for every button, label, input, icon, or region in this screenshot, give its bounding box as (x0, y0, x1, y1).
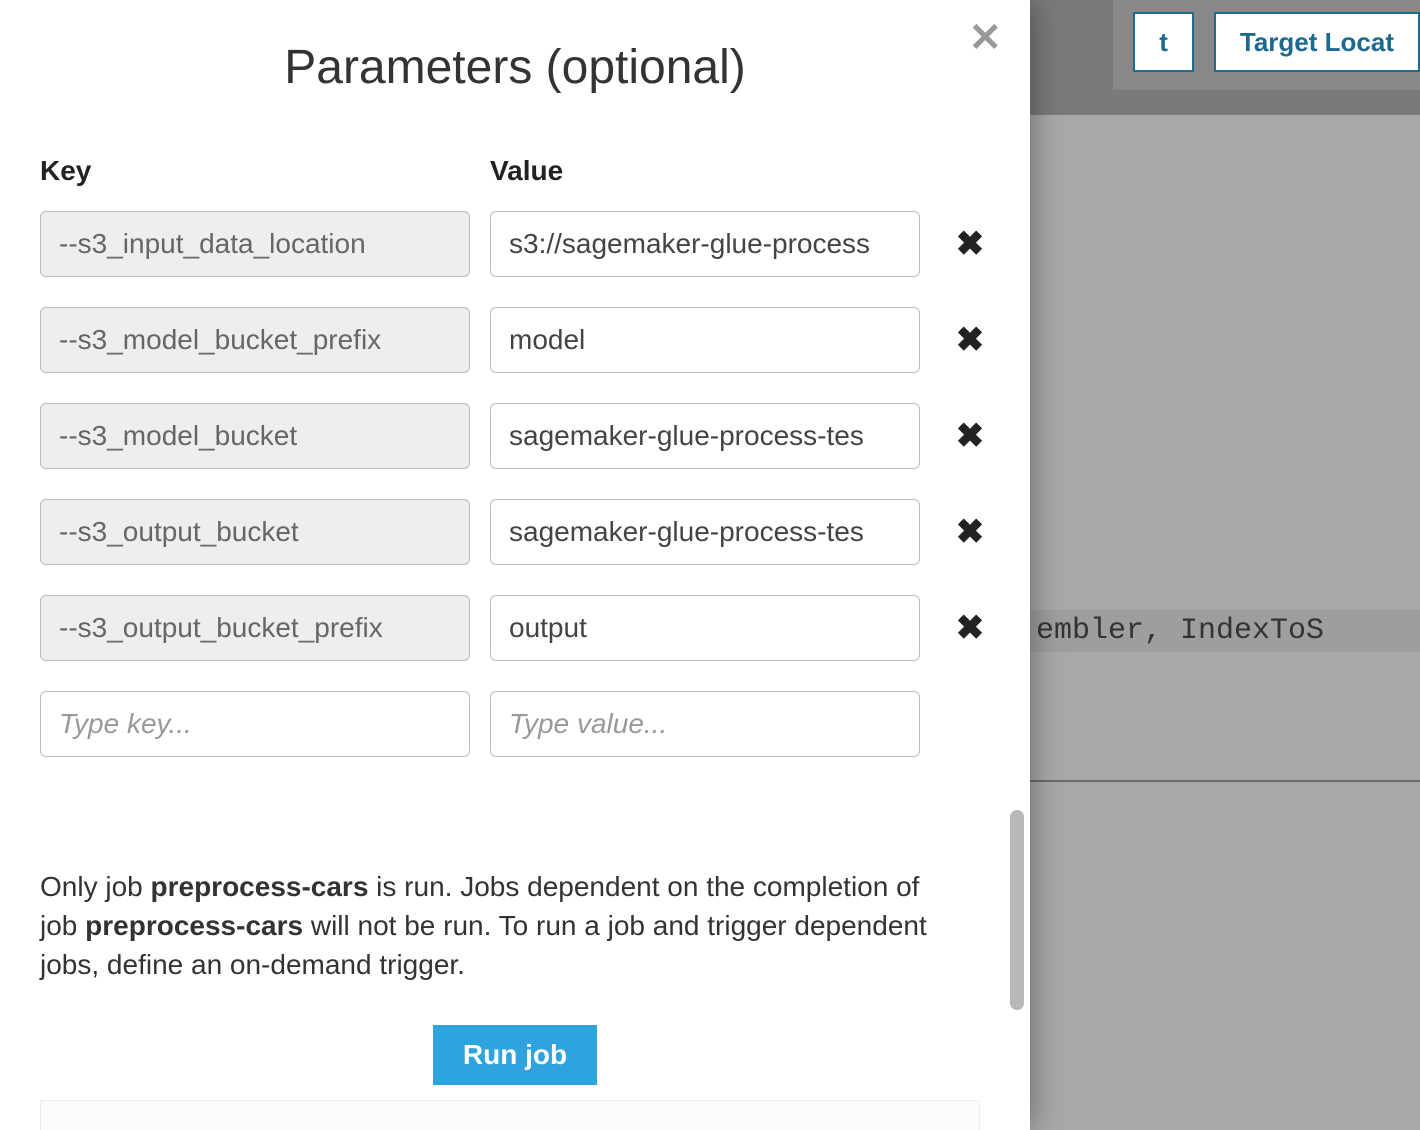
param-key-input-4 (40, 595, 470, 661)
remove-row-icon[interactable]: ✖ (940, 227, 1000, 261)
job-name-1: preprocess-cars (151, 871, 369, 902)
run-button-row: Run job (40, 1025, 990, 1085)
param-key-input-3 (40, 499, 470, 565)
param-value-input-2[interactable] (490, 403, 920, 469)
modal-scrollbar-thumb[interactable] (1010, 810, 1024, 1010)
background-header: t Target Locat (1113, 0, 1420, 90)
info-text: Only job preprocess-cars is run. Jobs de… (40, 867, 960, 985)
remove-row-icon[interactable]: ✖ (940, 515, 1000, 549)
close-icon[interactable]: ✕ (968, 18, 1002, 58)
inner-panel (40, 1100, 980, 1130)
param-value-input-1[interactable] (490, 307, 920, 373)
param-value-input-3[interactable] (490, 499, 920, 565)
remove-row-icon[interactable]: ✖ (940, 611, 1000, 645)
param-key-input-1 (40, 307, 470, 373)
remove-row-icon[interactable]: ✖ (940, 323, 1000, 357)
param-key-input-2 (40, 403, 470, 469)
param-key-input-0 (40, 211, 470, 277)
modal-title: Parameters (optional) (40, 40, 990, 95)
remove-row-icon[interactable]: ✖ (940, 419, 1000, 453)
key-column-header: Key (40, 155, 470, 187)
param-value-input-0[interactable] (490, 211, 920, 277)
background-button-target-location: Target Locat (1214, 12, 1420, 72)
new-key-input[interactable] (40, 691, 470, 757)
parameters-modal: ✕ Parameters (optional) Key Value ✖ ✖ ✖ … (0, 0, 1030, 1130)
param-value-input-4[interactable] (490, 595, 920, 661)
run-job-button[interactable]: Run job (433, 1025, 597, 1085)
spacer (940, 168, 1000, 169)
parameters-grid: Key Value ✖ ✖ ✖ ✖ ✖ (40, 155, 990, 757)
value-column-header: Value (490, 155, 920, 187)
background-divider (1030, 780, 1420, 782)
job-name-2: preprocess-cars (85, 910, 303, 941)
new-value-input[interactable] (490, 691, 920, 757)
background-button-partial: t (1133, 12, 1194, 72)
background-code-line: embler, IndexToS (1030, 610, 1420, 652)
